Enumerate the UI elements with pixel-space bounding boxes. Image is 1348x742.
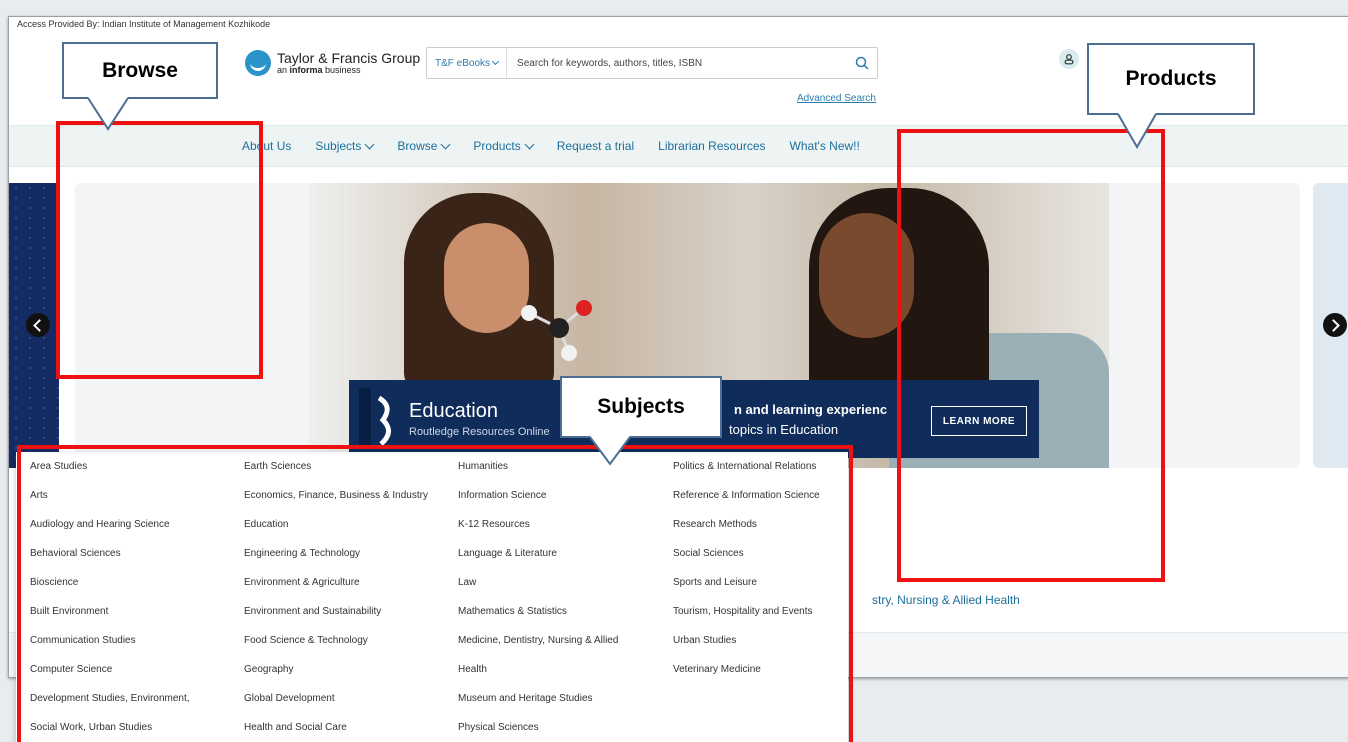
banner-title: Education: [409, 400, 498, 422]
products-callout-pointer: [1117, 113, 1157, 149]
subjects-highlight-box: [17, 445, 853, 742]
chevron-down-icon: [524, 139, 535, 150]
browse-callout-pointer: [87, 97, 129, 131]
search-bar: T&F eBooks: [426, 47, 878, 79]
logo-title: Taylor & Francis Group: [277, 50, 421, 66]
carousel-next-button[interactable]: [1323, 313, 1347, 337]
subjects-callout-pointer: [589, 436, 631, 466]
nav-item-label: Request a trial: [556, 139, 635, 153]
nav-item-label: Subjects: [315, 139, 362, 153]
carousel-prev-button[interactable]: [26, 313, 50, 337]
chevron-down-icon: [364, 139, 375, 150]
products-callout: Products: [1087, 43, 1255, 115]
tf-logo-icon: [245, 50, 271, 76]
user-icon: [1064, 54, 1074, 65]
nav-item-what-s-new[interactable]: What's New!!: [790, 139, 860, 153]
logo-subtitle: an informa business: [277, 65, 361, 75]
routledge-logo-icon: [359, 388, 391, 448]
user-account-icon[interactable]: [1059, 49, 1079, 69]
nav-item-librarian-resources[interactable]: Librarian Resources: [658, 139, 765, 153]
advanced-search-link[interactable]: Advanced Search: [797, 93, 876, 104]
chevron-down-icon: [440, 139, 451, 150]
search-scope-select[interactable]: T&F eBooks: [427, 48, 508, 78]
products-highlight-box: [897, 129, 1165, 582]
nav-item-label: Browse: [397, 139, 438, 153]
subject-link-text[interactable]: stry, Nursing & Allied Health: [872, 593, 1020, 607]
chevron-right-icon: [1327, 318, 1340, 332]
search-icon: [855, 56, 869, 70]
subjects-callout: Subjects: [560, 376, 722, 438]
nav-item-label: Products: [473, 139, 521, 153]
search-scope-label: T&F eBooks: [435, 57, 491, 69]
banner-tagline-2: topics in Education: [729, 422, 839, 437]
taylor-francis-logo[interactable]: Taylor & Francis Group an informa busine…: [245, 50, 420, 76]
nav-item-subjects[interactable]: Subjects: [315, 139, 375, 153]
banner-subtitle: Routledge Resources Online: [409, 426, 550, 438]
browse-callout: Browse: [62, 42, 218, 99]
nav-item-products[interactable]: Products: [473, 139, 535, 153]
banner-tagline: n and learning experienc: [734, 402, 888, 417]
access-provided-text: Access Provided By: Indian Institute of …: [17, 19, 271, 29]
chevron-left-icon: [33, 318, 46, 332]
nav-item-label: Librarian Resources: [658, 139, 766, 153]
nav-item-browse[interactable]: Browse: [397, 139, 451, 153]
chevron-down-icon: [491, 57, 500, 66]
browse-highlight-box: [56, 121, 263, 379]
search-button[interactable]: [847, 56, 877, 70]
nav-item-label: What's New!!: [789, 139, 860, 153]
search-input[interactable]: [507, 56, 847, 70]
nav-item-request-a-trial[interactable]: Request a trial: [557, 139, 634, 153]
